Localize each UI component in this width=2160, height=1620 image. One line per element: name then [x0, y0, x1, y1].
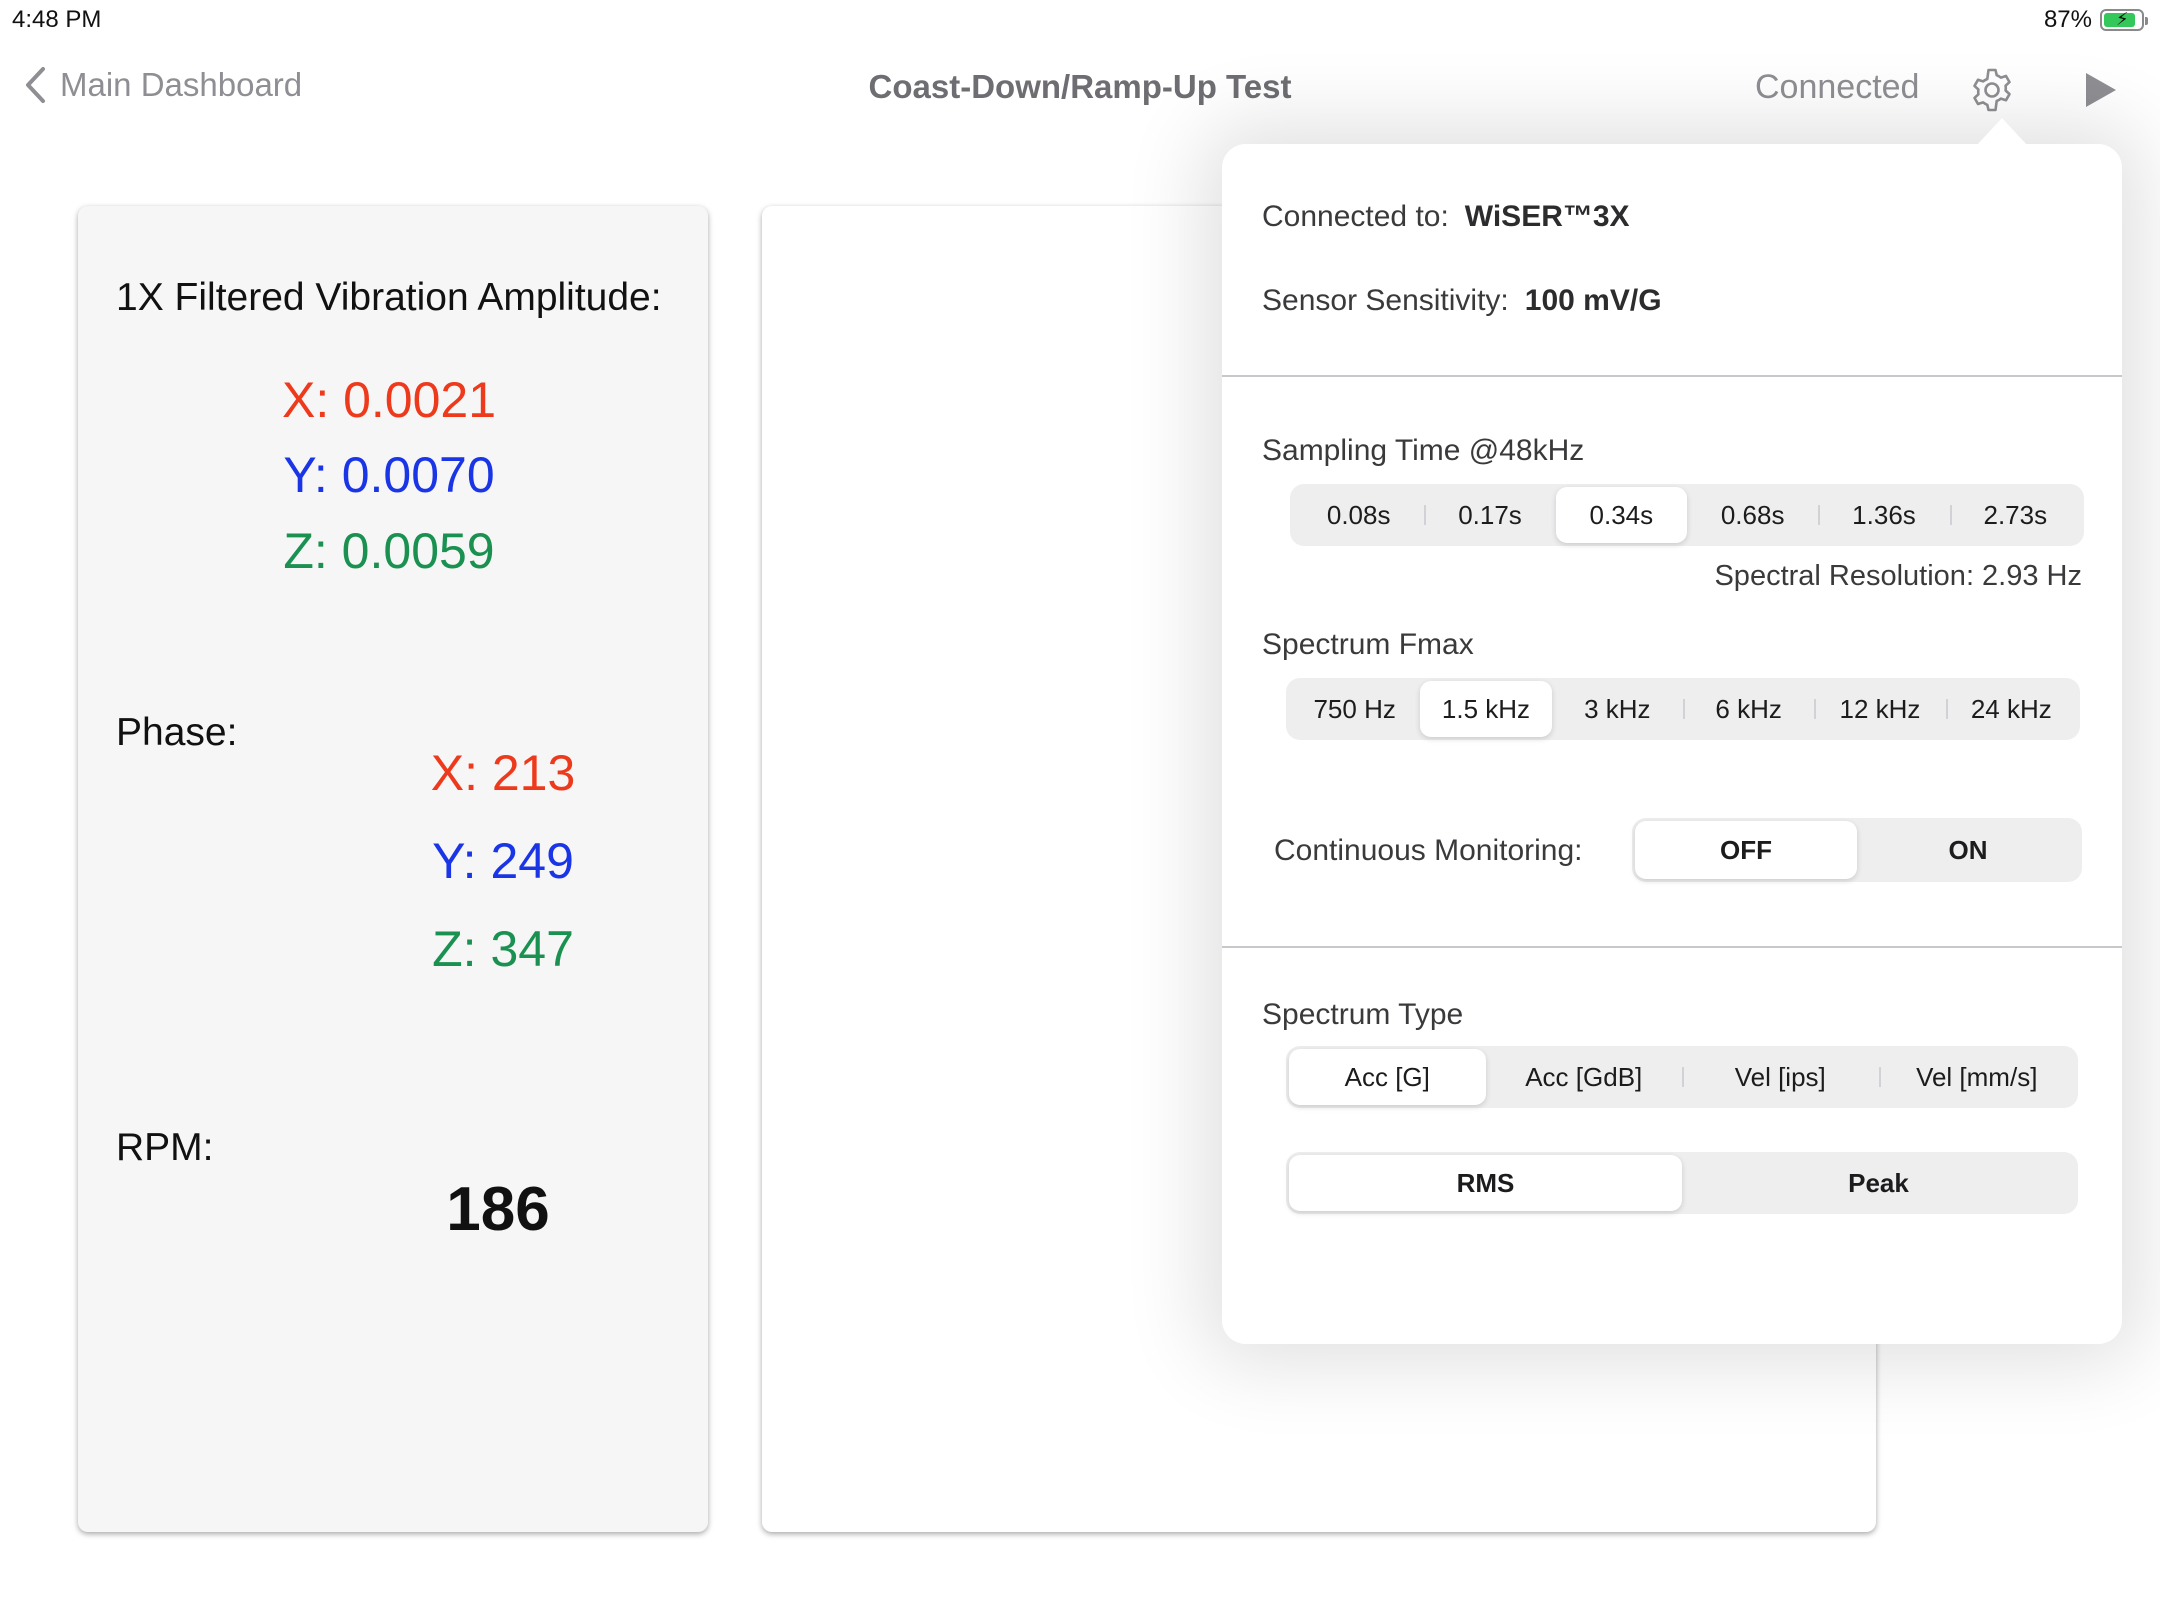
connected-to-row: Connected to: WiSER™3X — [1262, 200, 1630, 234]
fmax-option[interactable]: 12 kHz — [1814, 681, 1945, 737]
amplitude-label: 1X Filtered Vibration Amplitude: — [116, 276, 662, 319]
spectrum-type-option-selected[interactable]: Acc [G] — [1289, 1049, 1486, 1105]
continuous-on-option[interactable]: ON — [1857, 821, 2079, 879]
charging-bolt-icon: ⚡ — [2116, 9, 2129, 29]
divider — [1222, 946, 2122, 948]
sampling-option[interactable]: 1.36s — [1818, 487, 1949, 543]
phase-x: X: 213 — [430, 745, 576, 801]
sampling-option[interactable]: 0.17s — [1424, 487, 1555, 543]
fmax-title: Spectrum Fmax — [1262, 628, 1474, 661]
measure-segmented: RMS Peak — [1286, 1152, 2078, 1214]
sensitivity-value: 100 mV/G — [1524, 284, 1662, 317]
status-right: 87% ⚡ — [2043, 6, 2148, 34]
spectrum-type-segmented: Acc [G] Acc [GdB] Vel [ips] Vel [mm/s] — [1286, 1046, 2078, 1108]
phase-y: Y: 249 — [432, 833, 574, 889]
fmax-segmented: 750 Hz 1.5 kHz 3 kHz 6 kHz 12 kHz 24 kHz — [1286, 678, 2080, 740]
fmax-option[interactable]: 6 kHz — [1682, 681, 1814, 737]
phase-z: Z: 347 — [432, 921, 574, 977]
amplitude-z: Z: 0.0059 — [283, 523, 495, 579]
fmax-option-selected[interactable]: 1.5 kHz — [1420, 681, 1552, 737]
settings-popover: Connected to: WiSER™3X Sensor Sensitivity… — [1222, 144, 2122, 1344]
status-time: 4:48 PM — [12, 6, 102, 33]
amplitude-y: Y: 0.0070 — [283, 447, 495, 503]
sensitivity-label: Sensor Sensitivity: — [1262, 284, 1509, 317]
continuous-monitoring-toggle: OFF ON — [1632, 818, 2082, 882]
battery-icon: ⚡ — [2100, 9, 2148, 31]
continuous-off-option[interactable]: OFF — [1635, 821, 1857, 879]
fmax-option[interactable]: 3 kHz — [1552, 681, 1683, 737]
spectrum-type-option[interactable]: Acc [GdB] — [1486, 1049, 1683, 1105]
popover-arrow — [1976, 118, 2028, 146]
battery-percentage: 87% — [2043, 6, 2092, 33]
rms-option[interactable]: RMS — [1289, 1155, 1682, 1211]
play-icon[interactable] — [2080, 70, 2120, 110]
sampling-option[interactable]: 0.68s — [1687, 487, 1818, 543]
fmax-option[interactable]: 24 kHz — [1945, 681, 2077, 737]
continuous-monitoring-label: Continuous Monitoring: — [1274, 834, 1583, 867]
spectrum-type-option[interactable]: Vel [ips] — [1682, 1049, 1879, 1105]
amplitude-x: X: 0.0021 — [281, 372, 497, 428]
sampling-title: Sampling Time @48kHz — [1262, 434, 1585, 467]
sampling-option[interactable]: 2.73s — [1949, 487, 2081, 543]
connection-status: Connected — [1755, 68, 1920, 106]
phase-label: Phase: — [116, 711, 238, 754]
spectral-resolution: Spectral Resolution: 2.93 Hz — [1714, 560, 2082, 592]
spectrum-type-title: Spectrum Type — [1262, 998, 1464, 1031]
sensitivity-row: Sensor Sensitivity: 100 mV/G — [1262, 284, 1662, 318]
sampling-option-selected[interactable]: 0.34s — [1555, 487, 1687, 543]
spectrum-type-option[interactable]: Vel [mm/s] — [1878, 1049, 2076, 1105]
rpm-value: 186 — [446, 1175, 550, 1244]
divider — [1222, 375, 2122, 377]
sampling-option[interactable]: 0.08s — [1293, 487, 1424, 543]
peak-option[interactable]: Peak — [1682, 1155, 2075, 1211]
connected-device: WiSER™3X — [1464, 200, 1630, 233]
connected-to-label: Connected to: — [1262, 200, 1449, 233]
rpm-label: RPM: — [116, 1126, 214, 1169]
gear-icon[interactable] — [1968, 66, 2016, 114]
fmax-option[interactable]: 750 Hz — [1289, 681, 1420, 737]
sampling-segmented: 0.08s 0.17s 0.34s 0.68s 1.36s 2.73s — [1290, 484, 2084, 546]
readings-panel: 1X Filtered Vibration Amplitude: X: 0.00… — [78, 206, 708, 1532]
